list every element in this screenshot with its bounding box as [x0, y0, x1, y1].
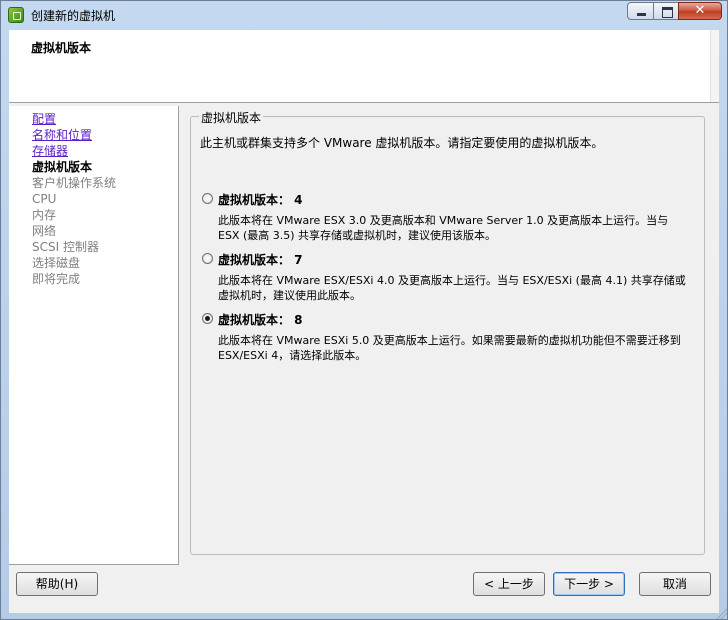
vsphere-app-icon	[8, 7, 24, 23]
step-name-location[interactable]: 名称和位置	[32, 127, 92, 143]
step-storage[interactable]: 存储器	[32, 143, 68, 159]
close-icon: ✕	[694, 3, 706, 18]
wizard-step-list: 配置 名称和位置 存储器 虚拟机版本 客户机操作系统 CPU 内存 网络 SCS…	[9, 106, 179, 565]
option-label[interactable]: 虚拟机版本： 7	[218, 251, 303, 268]
dialog-client-area: 虚拟机版本 配置 名称和位置 存储器 虚拟机版本 客户机操作系统 CPU 内存 …	[9, 30, 719, 613]
vm-version-group: 虚拟机版本 此主机或群集支持多个 VMware 虚拟机版本。请指定要使用的虚拟机…	[190, 109, 705, 555]
maximize-icon	[654, 3, 678, 19]
step-memory: 内存	[32, 208, 57, 222]
wizard-header: 虚拟机版本	[9, 30, 719, 103]
radio-version-8[interactable]	[202, 313, 213, 324]
next-button[interactable]: 下一步 >	[553, 572, 625, 596]
intro-text: 此主机或群集支持多个 VMware 虚拟机版本。请指定要使用的虚拟机版本。	[200, 136, 604, 150]
option-label[interactable]: 虚拟机版本： 8	[218, 311, 303, 328]
step-scsi-controller: SCSI 控制器	[32, 240, 99, 254]
option-description: 此版本将在 VMware ESXi 5.0 及更高版本上运行。如果需要最新的虚拟…	[218, 334, 681, 362]
option-description: 此版本将在 VMware ESX 3.0 及更高版本和 VMware Serve…	[218, 214, 669, 242]
cancel-button[interactable]: 取消	[639, 572, 711, 596]
step-select-disk: 选择磁盘	[32, 256, 81, 270]
step-config[interactable]: 配置	[32, 111, 56, 127]
header-scrollbar[interactable]	[710, 30, 719, 102]
back-button[interactable]: < 上一步	[473, 572, 545, 596]
title-bar[interactable]: 创建新的虚拟机 ✕	[1, 1, 727, 29]
step-vm-version: 虚拟机版本	[32, 160, 93, 174]
caption-buttons: ✕	[627, 2, 722, 21]
step-network: 网络	[32, 224, 57, 238]
resize-grip[interactable]	[715, 607, 727, 619]
step-guest-os: 客户机操作系统	[32, 176, 117, 190]
radio-version-7[interactable]	[202, 253, 213, 264]
group-title: 虚拟机版本	[199, 109, 264, 126]
help-button[interactable]: 帮助(H)	[16, 572, 98, 596]
wizard-content: 虚拟机版本 此主机或群集支持多个 VMware 虚拟机版本。请指定要使用的虚拟机…	[181, 106, 719, 565]
dialog-window: 创建新的虚拟机 ✕ 虚拟机版本 配置 名称和位置 存储器 虚拟机版本 客户机操作…	[0, 0, 728, 620]
radio-version-4[interactable]	[202, 193, 213, 204]
option-description: 此版本将在 VMware ESX/ESXi 4.0 及更高版本上运行。当与 ES…	[218, 274, 686, 302]
window-title: 创建新的虚拟机	[31, 9, 116, 23]
close-button[interactable]: ✕	[678, 2, 722, 20]
minimize-button[interactable]	[627, 2, 654, 20]
maximize-button[interactable]	[653, 2, 679, 20]
step-cpu: CPU	[32, 192, 57, 206]
option-label[interactable]: 虚拟机版本： 4	[218, 191, 303, 208]
step-ready-to-complete: 即将完成	[32, 272, 81, 286]
minimize-icon	[628, 3, 653, 19]
page-title: 虚拟机版本	[31, 41, 92, 55]
